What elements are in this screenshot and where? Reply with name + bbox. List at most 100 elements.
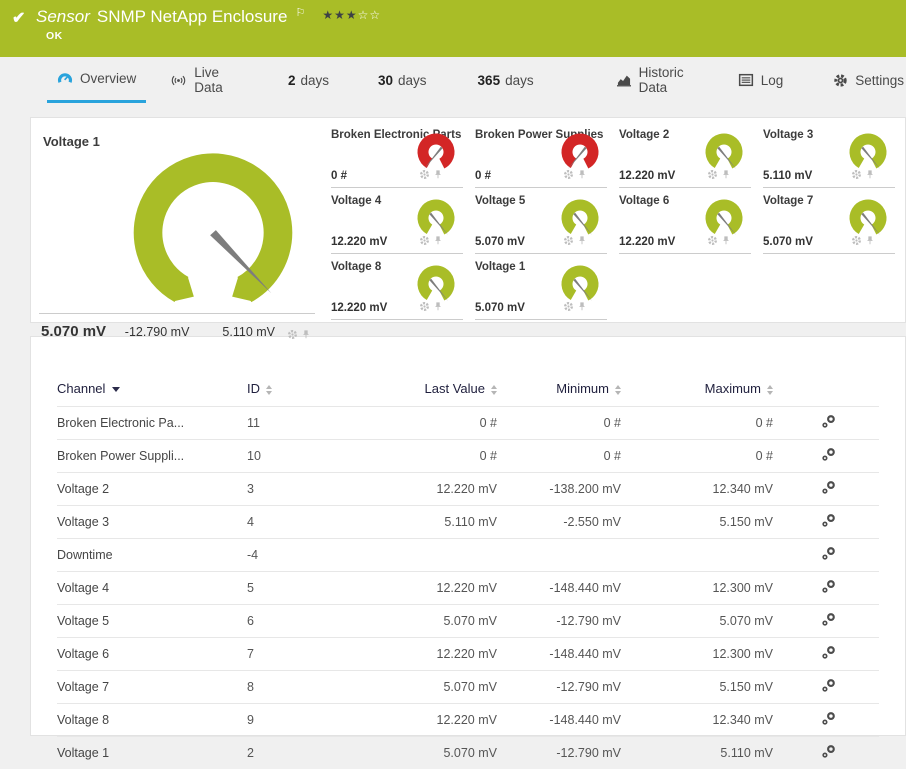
table-row[interactable]: Downtime -4 xyxy=(57,539,879,572)
gear-icon[interactable] xyxy=(419,167,430,185)
cell-channel: Voltage 1 xyxy=(57,737,247,769)
gear-icon[interactable] xyxy=(563,233,574,251)
object-kind-label: Sensor xyxy=(36,7,90,27)
table-row[interactable]: Voltage 7 8 5.070 mV -12.790 mV 5.150 mV xyxy=(57,671,879,704)
edit-channel-icon[interactable] xyxy=(821,612,836,627)
gear-icon[interactable] xyxy=(563,299,574,317)
channel-value: 12.220 mV xyxy=(619,236,675,248)
edit-channel-icon[interactable] xyxy=(821,447,836,462)
edit-channel-icon[interactable] xyxy=(821,579,836,594)
column-header-maximum[interactable]: Maximum xyxy=(631,377,783,407)
edit-channel-icon[interactable] xyxy=(821,480,836,495)
table-row[interactable]: Voltage 2 3 12.220 mV -138.200 mV 12.340… xyxy=(57,473,879,506)
pin-icon[interactable] xyxy=(433,233,443,251)
flag-icon[interactable]: ⚐ xyxy=(295,6,305,19)
log-icon xyxy=(738,73,754,87)
table-row[interactable]: Broken Power Suppli... 10 0 # 0 # 0 # xyxy=(57,440,879,473)
tab-overview[interactable]: Overview xyxy=(47,57,146,103)
table-row[interactable]: Voltage 5 6 5.070 mV -12.790 mV 5.070 mV xyxy=(57,605,879,638)
cell-minimum: -12.790 mV xyxy=(507,671,631,704)
column-header-minimum[interactable]: Minimum xyxy=(507,377,631,407)
channel-value: 0 # xyxy=(475,170,491,182)
cell-minimum: -148.440 mV xyxy=(507,572,631,605)
pin-icon[interactable] xyxy=(721,167,731,185)
pin-icon[interactable] xyxy=(865,167,875,185)
cell-channel: Broken Electronic Pa... xyxy=(57,407,247,440)
column-header-last-value[interactable]: Last Value xyxy=(359,377,507,407)
table-row[interactable]: Voltage 1 2 5.070 mV -12.790 mV 5.110 mV xyxy=(57,737,879,769)
tab-historic-data[interactable]: Historic Data xyxy=(614,57,693,103)
gear-icon[interactable] xyxy=(707,167,718,185)
broadcast-icon xyxy=(170,73,187,88)
edit-channel-icon[interactable] xyxy=(821,678,836,693)
star-filled-icon[interactable]: ★ xyxy=(346,8,358,22)
edit-channel-icon[interactable] xyxy=(821,711,836,726)
channel-table: Channel ID Last Value Minimum Maximum Br… xyxy=(57,377,879,769)
star-filled-icon[interactable]: ★ xyxy=(334,8,346,22)
tab-days-count: 30 xyxy=(378,73,393,88)
tab-log[interactable]: Log xyxy=(736,57,786,103)
cell-maximum: 0 # xyxy=(631,440,783,473)
tab-days-count: 365 xyxy=(478,73,501,88)
cell-minimum: -138.200 mV xyxy=(507,473,631,506)
cell-id: 6 xyxy=(247,605,359,638)
tab-live-data[interactable]: Live Data xyxy=(168,57,233,103)
gauges-overview-panel: Voltage 1 5.070 mV -12.790 mV 5.110 mV B… xyxy=(30,117,906,323)
pin-icon[interactable] xyxy=(301,329,311,343)
gear-icon[interactable] xyxy=(563,167,574,185)
tab-30-days[interactable]: 30 days xyxy=(376,57,429,103)
tab-label: Settings xyxy=(855,73,904,88)
cell-maximum: 12.340 mV xyxy=(631,704,783,737)
gear-icon[interactable] xyxy=(419,233,430,251)
gear-icon[interactable] xyxy=(707,233,718,251)
star-empty-icon[interactable]: ☆ xyxy=(369,8,381,22)
mini-gauge-grid: Broken Electronic Parts 0 # Broken Power… xyxy=(331,126,895,314)
table-row[interactable]: Broken Electronic Pa... 11 0 # 0 # 0 # xyxy=(57,407,879,440)
cell-maximum: 12.340 mV xyxy=(631,473,783,506)
pin-icon[interactable] xyxy=(433,299,443,317)
gauge-tile-voltage-6: Voltage 6 12.220 mV xyxy=(619,192,751,254)
cell-id: 3 xyxy=(247,473,359,506)
edit-channel-icon[interactable] xyxy=(821,645,836,660)
table-row[interactable]: Voltage 6 7 12.220 mV -148.440 mV 12.300… xyxy=(57,638,879,671)
cell-last-value: 12.220 mV xyxy=(359,572,507,605)
sensor-title: SNMP NetApp Enclosure xyxy=(97,7,288,27)
sort-icon xyxy=(767,385,773,395)
cell-minimum: 0 # xyxy=(507,407,631,440)
gear-icon[interactable] xyxy=(851,233,862,251)
priority-rating-stars[interactable]: ★★★☆☆ xyxy=(322,8,381,22)
sort-icon xyxy=(615,385,621,395)
pin-icon[interactable] xyxy=(721,233,731,251)
column-header-id[interactable]: ID xyxy=(247,377,359,407)
gauge-icon xyxy=(57,71,73,86)
tab-settings[interactable]: Settings xyxy=(831,57,906,103)
gauge-tile-voltage-7: Voltage 7 5.070 mV xyxy=(763,192,895,254)
pin-icon[interactable] xyxy=(577,167,587,185)
cell-maximum xyxy=(631,539,783,572)
table-row[interactable]: Voltage 3 4 5.110 mV -2.550 mV 5.150 mV xyxy=(57,506,879,539)
edit-channel-icon[interactable] xyxy=(821,414,836,429)
tab-2-days[interactable]: 2 days xyxy=(286,57,331,103)
tab-label: days xyxy=(505,73,534,88)
column-header-channel[interactable]: Channel xyxy=(57,377,247,407)
pin-icon[interactable] xyxy=(577,299,587,317)
cell-minimum xyxy=(507,539,631,572)
edit-channel-icon[interactable] xyxy=(821,513,836,528)
table-row[interactable]: Voltage 4 5 12.220 mV -148.440 mV 12.300… xyxy=(57,572,879,605)
gear-icon[interactable] xyxy=(419,299,430,317)
edit-channel-icon[interactable] xyxy=(821,546,836,561)
gear-icon[interactable] xyxy=(851,167,862,185)
cell-channel: Broken Power Suppli... xyxy=(57,440,247,473)
pin-icon[interactable] xyxy=(433,167,443,185)
gauge-tile-voltage-2: Voltage 2 12.220 mV xyxy=(619,126,751,188)
star-empty-icon[interactable]: ☆ xyxy=(358,8,370,22)
pin-icon[interactable] xyxy=(865,233,875,251)
table-row[interactable]: Voltage 8 9 12.220 mV -148.440 mV 12.340… xyxy=(57,704,879,737)
cell-maximum: 0 # xyxy=(631,407,783,440)
tab-365-days[interactable]: 365 days xyxy=(476,57,536,103)
edit-channel-icon[interactable] xyxy=(821,744,836,759)
cell-last-value: 12.220 mV xyxy=(359,473,507,506)
star-filled-icon[interactable]: ★ xyxy=(322,8,334,22)
gear-icon[interactable] xyxy=(287,329,298,343)
pin-icon[interactable] xyxy=(577,233,587,251)
